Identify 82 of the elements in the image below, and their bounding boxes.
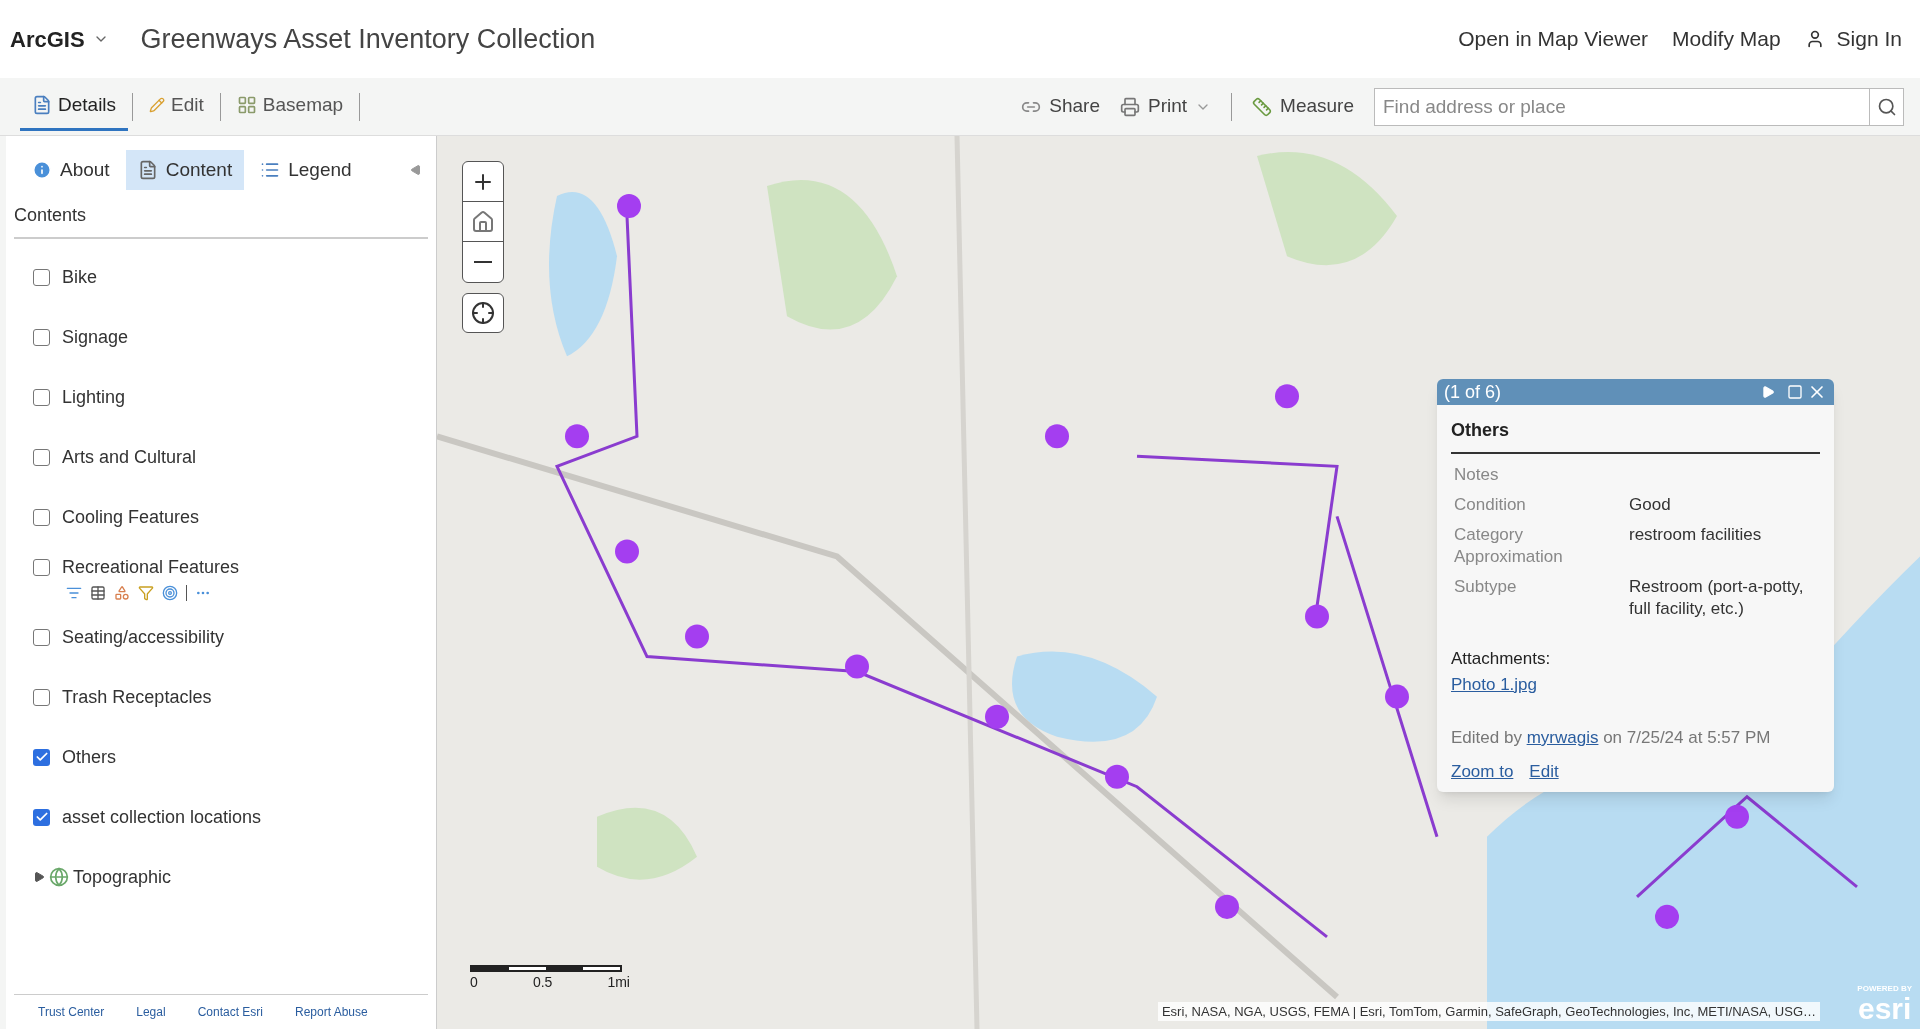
info-icon — [32, 160, 52, 180]
layer-checkbox[interactable] — [33, 448, 50, 466]
toolbar-tab[interactable]: Details — [20, 82, 129, 131]
field-value: restroom facilities — [1629, 524, 1763, 546]
toolbar-tab[interactable]: Basemap — [224, 82, 356, 131]
field-label: Category Approximation — [1454, 524, 1564, 568]
field-value: Good — [1629, 494, 1672, 516]
pencil-icon — [149, 97, 166, 113]
editor-link[interactable]: myrwagis — [1526, 728, 1599, 747]
footer-link[interactable]: Legal — [136, 1003, 166, 1021]
footer-link[interactable]: Report Abuse — [295, 1003, 368, 1021]
layer-checkbox[interactable] — [33, 268, 50, 286]
layer-checkbox[interactable] — [33, 808, 50, 826]
brand-logo[interactable]: ArcGIS — [10, 22, 85, 56]
print-button[interactable]: Print — [1120, 92, 1212, 121]
header-link[interactable]: Modify Map — [1672, 23, 1781, 55]
contents-heading: Contents — [14, 202, 428, 239]
basemap-name[interactable]: Topographic — [73, 863, 172, 891]
locate-button[interactable] — [462, 293, 504, 333]
layer-checkbox[interactable] — [33, 328, 50, 346]
layer-name[interactable]: Seating/accessibility — [62, 623, 225, 651]
search-field[interactable]: Find address or place — [1374, 87, 1870, 126]
popup-counter: (1 of 6) — [1444, 380, 1502, 404]
globe-icon — [49, 867, 69, 887]
layer-checkbox[interactable] — [33, 508, 50, 526]
maximize-button[interactable] — [1787, 384, 1803, 400]
table-icon[interactable] — [90, 584, 106, 601]
grid-icon — [236, 95, 257, 115]
field-value: Restroom (port-a-potty, full facility, etc.) — [1629, 576, 1805, 620]
layer-name[interactable]: Trash Receptacles — [62, 683, 212, 711]
crosshair-icon — [471, 301, 495, 325]
shapes-icon[interactable] — [114, 584, 130, 601]
filter-icon[interactable] — [138, 584, 154, 601]
layer-checkbox[interactable] — [33, 688, 50, 706]
expand-icon[interactable] — [33, 871, 45, 883]
layer-name[interactable]: Others — [62, 743, 117, 771]
field-label: Notes — [1454, 464, 1500, 486]
sidebar-tab[interactable]: About — [20, 150, 122, 190]
next-button[interactable] — [1761, 385, 1775, 399]
popup-title: Others — [1451, 417, 1820, 454]
attachment-link[interactable]: Photo 1.jpg — [1451, 671, 1537, 697]
document-icon — [32, 95, 52, 115]
measure-button[interactable]: Measure — [1252, 92, 1354, 121]
layer-name[interactable]: Arts and Cultural — [62, 443, 197, 471]
popup-action-link[interactable]: Edit — [1529, 758, 1559, 784]
map-title: Greenways Asset Inventory Collection — [140, 22, 596, 56]
esri-logo: POWERED BY esri — [1857, 983, 1912, 1023]
layer-name[interactable]: Signage — [62, 323, 129, 351]
layer-checkbox[interactable] — [33, 628, 50, 646]
layer-name[interactable]: Cooling Features — [62, 503, 200, 531]
edited-info: Edited by myrwagis on 7/25/24 at 5:57 PM — [1451, 727, 1772, 749]
list-icon — [260, 160, 281, 180]
sign-in-link[interactable]: Sign In — [1804, 23, 1902, 55]
layer-name[interactable]: Lighting — [62, 383, 126, 411]
sidebar-tab[interactable]: Content — [125, 150, 245, 190]
scale-label: 1mi — [607, 973, 630, 992]
printer-icon — [1120, 96, 1140, 117]
search-button[interactable] — [1870, 87, 1904, 126]
layer-checkbox[interactable] — [33, 558, 50, 576]
layer-name[interactable]: Bike — [62, 263, 97, 291]
layer-checkbox[interactable] — [33, 748, 50, 766]
target-icon[interactable] — [162, 584, 178, 601]
search-icon — [1876, 96, 1897, 117]
layer-name[interactable]: asset collection locations — [62, 803, 262, 831]
share-button[interactable]: Share — [1021, 92, 1100, 121]
attachments-label: Attachments: — [1451, 648, 1552, 670]
layer-checkbox[interactable] — [33, 388, 50, 406]
header-link[interactable]: Open in Map Viewer — [1458, 23, 1649, 55]
ruler-icon — [1252, 96, 1273, 117]
collapse-icon[interactable] — [410, 164, 422, 176]
toolbar-tab[interactable]: Edit — [137, 82, 216, 131]
layer-name[interactable]: Recreational Features — [62, 553, 240, 581]
footer-link[interactable]: Contact Esri — [197, 1003, 263, 1021]
scale-label: 0 — [470, 973, 478, 992]
footer-link[interactable]: Trust Center — [38, 1003, 105, 1021]
popup-action-link[interactable]: Zoom to — [1451, 758, 1514, 784]
home-icon — [471, 209, 495, 234]
minus-icon — [474, 261, 492, 263]
scale-label: 0.5 — [532, 973, 553, 992]
field-label: Subtype — [1454, 576, 1518, 598]
field-label: Condition — [1454, 494, 1527, 516]
sidebar-tab[interactable]: Legend — [248, 150, 364, 190]
